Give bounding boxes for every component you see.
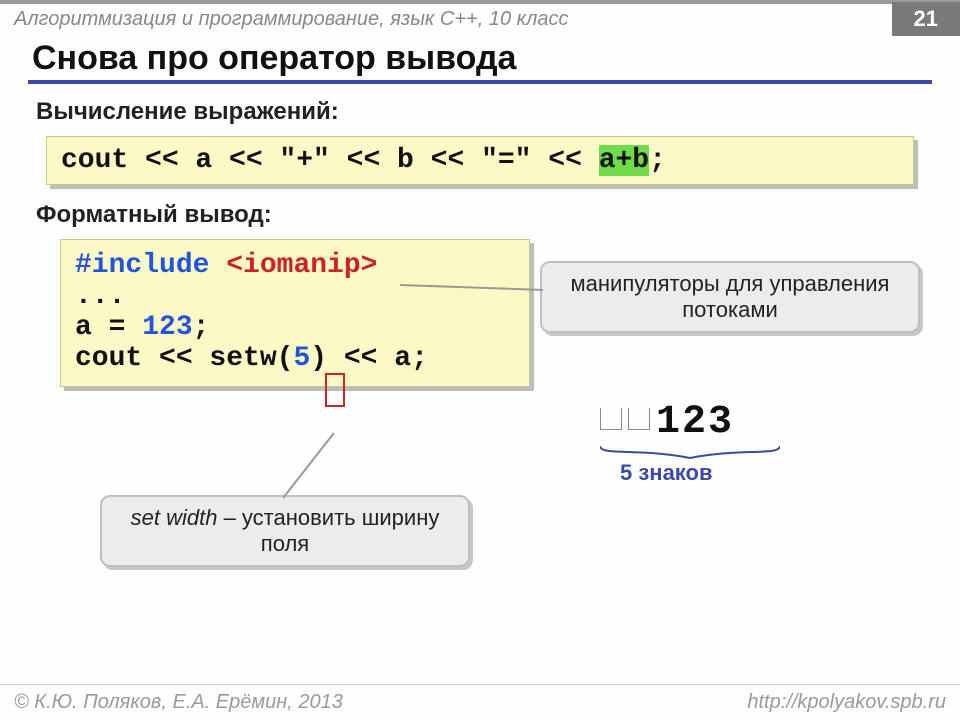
footer-copyright: © К.Ю. Поляков, Е.А. Ерёмин, 2013	[14, 691, 343, 714]
code-box-2: #include <iomanip> ... a = 123; cout << …	[60, 239, 530, 387]
subheading-2: Форматный вывод:	[0, 185, 960, 239]
c2-dots: ...	[75, 281, 125, 312]
c2-include: #include	[75, 250, 226, 281]
space-placeholder-icon	[628, 408, 650, 430]
output-example: 123	[600, 400, 734, 445]
output-value: 123	[656, 400, 734, 445]
callout-setwidth: set width – установить ширину поля	[100, 495, 470, 567]
code1-highlight: a+b	[599, 145, 649, 176]
page-number: 21	[892, 2, 960, 36]
callout-setwidth-rest: – установить ширину поля	[217, 505, 439, 556]
curly-brace-icon	[600, 446, 780, 460]
code-box-1: cout << a << "+" << b << "=" << a+b;	[46, 136, 914, 185]
callout-manipulators: манипуляторы для управления потоками	[540, 261, 920, 333]
code1-pre: cout << a << "+" << b << "=" <<	[61, 145, 599, 176]
red-box-around-5	[325, 373, 345, 407]
c2-tail: ) << a;	[310, 343, 428, 374]
space-placeholder-icon	[600, 408, 622, 430]
footer-url: http://kpolyakov.spb.ru	[747, 691, 946, 714]
slide-title: Снова про оператор вывода	[0, 31, 960, 78]
footer: © К.Ю. Поляков, Е.А. Ерёмин, 2013 http:/…	[0, 684, 960, 720]
brace-label: 5 знаков	[620, 460, 713, 486]
c2-five: 5	[293, 343, 310, 374]
c2-semi: ;	[193, 312, 210, 343]
c2-cout: cout << setw(	[75, 343, 293, 374]
c2-assign-a: a =	[75, 312, 142, 343]
course-header: Алгоритмизация и программирование, язык …	[0, 4, 960, 31]
callout-setwidth-em: set width	[131, 505, 218, 530]
c2-123: 123	[142, 312, 192, 343]
title-underline	[28, 80, 932, 84]
code1-post: ;	[649, 145, 666, 176]
c2-iomanip: <iomanip>	[226, 250, 377, 281]
subheading-1: Вычисление выражений:	[0, 92, 960, 136]
